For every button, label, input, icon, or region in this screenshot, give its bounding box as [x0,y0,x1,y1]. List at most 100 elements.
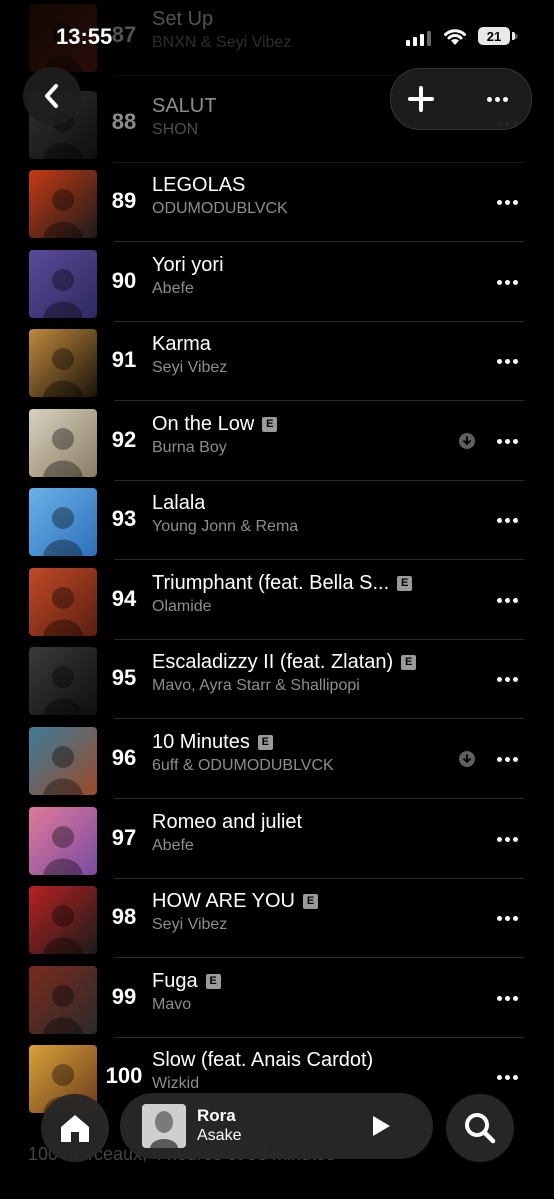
track-row[interactable]: 95 Escaladizzy II (feat. Zlatan) E Mavo,… [0,639,554,719]
download-icon [459,751,475,767]
more-options-button[interactable] [479,87,515,111]
track-rank: 99 [111,984,137,1009]
track-rank: 93 [111,506,137,531]
track-row[interactable]: 96 10 Minutes E 6uff & ODUMODUBLVCK [0,719,554,799]
album-artwork [29,170,97,238]
track-title: LEGOLAS [152,173,246,196]
album-artwork [29,647,97,715]
track-more-button[interactable] [492,747,522,771]
album-artwork [29,409,97,477]
track-rank: 97 [111,825,137,850]
explicit-badge: E [257,734,273,750]
track-row[interactable]: 93 Lalala Young Jonn & Rema [0,480,554,560]
explicit-badge: E [401,654,417,670]
track-artist: Abefe [152,280,194,297]
track-title: SALUT [152,94,217,117]
back-button[interactable] [23,67,81,125]
track-rank: 89 [111,188,137,213]
album-artwork [29,488,97,556]
track-artist: Mavo, Ayra Starr & Shallipopi [152,677,360,694]
album-artwork [29,727,97,795]
chevron-left-icon [45,84,58,108]
explicit-badge: E [205,973,221,989]
track-more-button[interactable] [492,508,522,532]
track-rank: 95 [111,665,137,690]
add-button[interactable] [403,81,439,117]
track-more-button[interactable] [492,667,522,691]
track-more-button[interactable] [492,1065,522,1089]
now-playing-artwork [142,1104,186,1148]
album-artwork [29,568,97,636]
track-title: Slow (feat. Anais Cardot) [152,1048,374,1071]
track-artist: Seyi Vibez [152,916,228,933]
search-button[interactable] [446,1094,514,1162]
track-row[interactable]: 99 Fuga E Mavo [0,958,554,1038]
explicit-badge: E [397,575,413,591]
track-artist: 6uff & ODUMODUBLVCK [152,757,334,774]
track-more-button[interactable] [492,906,522,930]
track-title: Romeo and juliet [152,810,303,833]
play-button[interactable] [366,1111,396,1141]
track-rank: 88 [111,109,137,134]
track-row[interactable]: 89 LEGOLAS ODUMODUBLVCK [0,162,554,242]
track-rank: 91 [111,347,137,372]
track-rank: 92 [111,427,137,452]
status-time: 13:55 [56,24,113,49]
track-rank: 90 [111,268,137,293]
track-more-button[interactable] [492,349,522,373]
track-more-button[interactable] [492,827,522,851]
track-artist: Abefe [152,837,194,854]
track-title: 10 Minutes [152,730,250,753]
track-title: Fuga [152,969,198,992]
now-playing-title: Rora [197,1106,236,1125]
track-title: Escaladizzy II (feat. Zlatan) [152,650,394,673]
home-icon [61,1115,89,1142]
track-row[interactable]: 92 On the Low E Burna Boy [0,401,554,481]
play-icon [373,1116,390,1136]
track-rank: 100 [105,1063,143,1088]
track-artist: Seyi Vibez [152,359,228,376]
track-more-button[interactable] [492,588,522,612]
track-more-button[interactable] [492,270,522,294]
track-row[interactable]: 94 Triumphant (feat. Bella S... E Olamid… [0,560,554,640]
download-icon [459,433,475,449]
playlist-actions [390,68,532,130]
track-rank: 96 [111,745,137,770]
track-row[interactable]: 97 Romeo and juliet Abefe [0,799,554,879]
track-rank: 98 [111,904,137,929]
battery-level: 21 [486,28,502,44]
track-artist: SHON [152,121,199,138]
track-title: Yori yori [152,253,224,276]
album-artwork [29,329,97,397]
wifi-icon [444,29,466,45]
album-artwork [29,250,97,318]
album-artwork [29,886,97,954]
search-icon [465,1113,496,1144]
track-rank: 94 [111,586,137,611]
now-playing-artist: Asake [197,1127,242,1144]
track-artist: Young Jonn & Rema [152,518,299,535]
mini-player[interactable]: Rora Asake [120,1093,433,1159]
album-artwork [29,807,97,875]
track-row[interactable]: 98 HOW ARE YOU E Seyi Vibez [0,878,554,958]
home-button[interactable] [41,1094,109,1162]
explicit-badge: E [262,416,278,432]
track-artist: Burna Boy [152,439,227,456]
track-artist: Olamide [152,598,212,615]
track-row[interactable]: 90 Yori yori Abefe [0,242,554,322]
track-title: Karma [152,332,211,355]
track-more-button[interactable] [492,190,522,214]
track-more-button[interactable] [492,986,522,1010]
track-artist: Mavo [152,996,192,1013]
track-title: Triumphant (feat. Bella S... [152,571,390,594]
track-more-button[interactable] [492,429,522,453]
track-title: Lalala [152,491,206,514]
track-row[interactable]: 91 Karma Seyi Vibez [0,321,554,401]
album-artwork [29,966,97,1034]
plus-icon [408,86,434,112]
explicit-badge: E [303,893,318,909]
track-artist: ODUMODUBLVCK [152,200,288,217]
battery-icon: 21 [478,27,510,45]
track-artist: Wizkid [152,1075,200,1092]
track-title: HOW ARE YOU [152,889,295,912]
